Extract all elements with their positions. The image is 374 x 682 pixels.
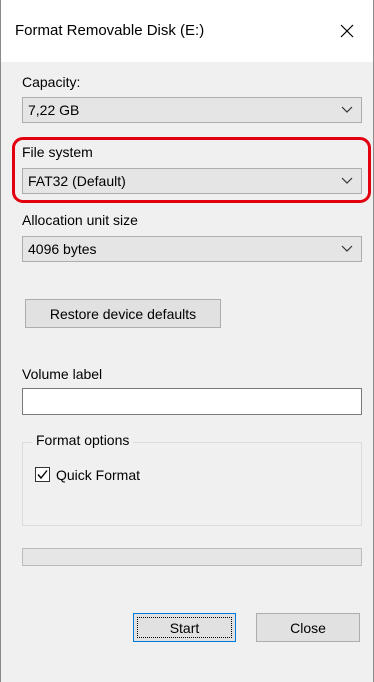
allocation-value: 4096 bytes — [28, 241, 97, 257]
close-label: Close — [290, 619, 326, 636]
title-bar: Format Removable Disk (E:) — [1, 0, 373, 62]
chevron-down-icon — [341, 106, 353, 113]
capacity-select[interactable]: 7,22 GB — [22, 97, 362, 123]
volume-label-label: Volume label — [22, 366, 103, 382]
quick-format-label: Quick Format — [56, 467, 141, 483]
format-progress-bar — [22, 548, 362, 566]
file-system-highlight — [12, 137, 371, 203]
restore-defaults-label: Restore device defaults — [49, 305, 197, 322]
chevron-down-icon — [341, 245, 353, 252]
quick-format-checkbox[interactable] — [35, 467, 50, 482]
close-window-button[interactable] — [329, 13, 365, 49]
allocation-select[interactable]: 4096 bytes — [22, 236, 362, 262]
format-dialog: Format Removable Disk (E:) Capacity: 7,2… — [0, 0, 374, 682]
allocation-label: Allocation unit size — [22, 212, 138, 228]
window-title: Format Removable Disk (E:) — [15, 22, 205, 39]
format-options-label: Format options — [32, 432, 134, 448]
volume-label-input[interactable] — [22, 388, 362, 415]
checkmark-icon — [37, 470, 48, 480]
capacity-label: Capacity: — [22, 74, 81, 90]
start-button[interactable]: Start — [133, 613, 236, 642]
capacity-value: 7,22 GB — [28, 102, 80, 118]
format-options-group — [22, 442, 362, 526]
close-icon — [340, 24, 354, 38]
close-button[interactable]: Close — [256, 613, 360, 642]
restore-defaults-button[interactable]: Restore device defaults — [25, 299, 221, 328]
